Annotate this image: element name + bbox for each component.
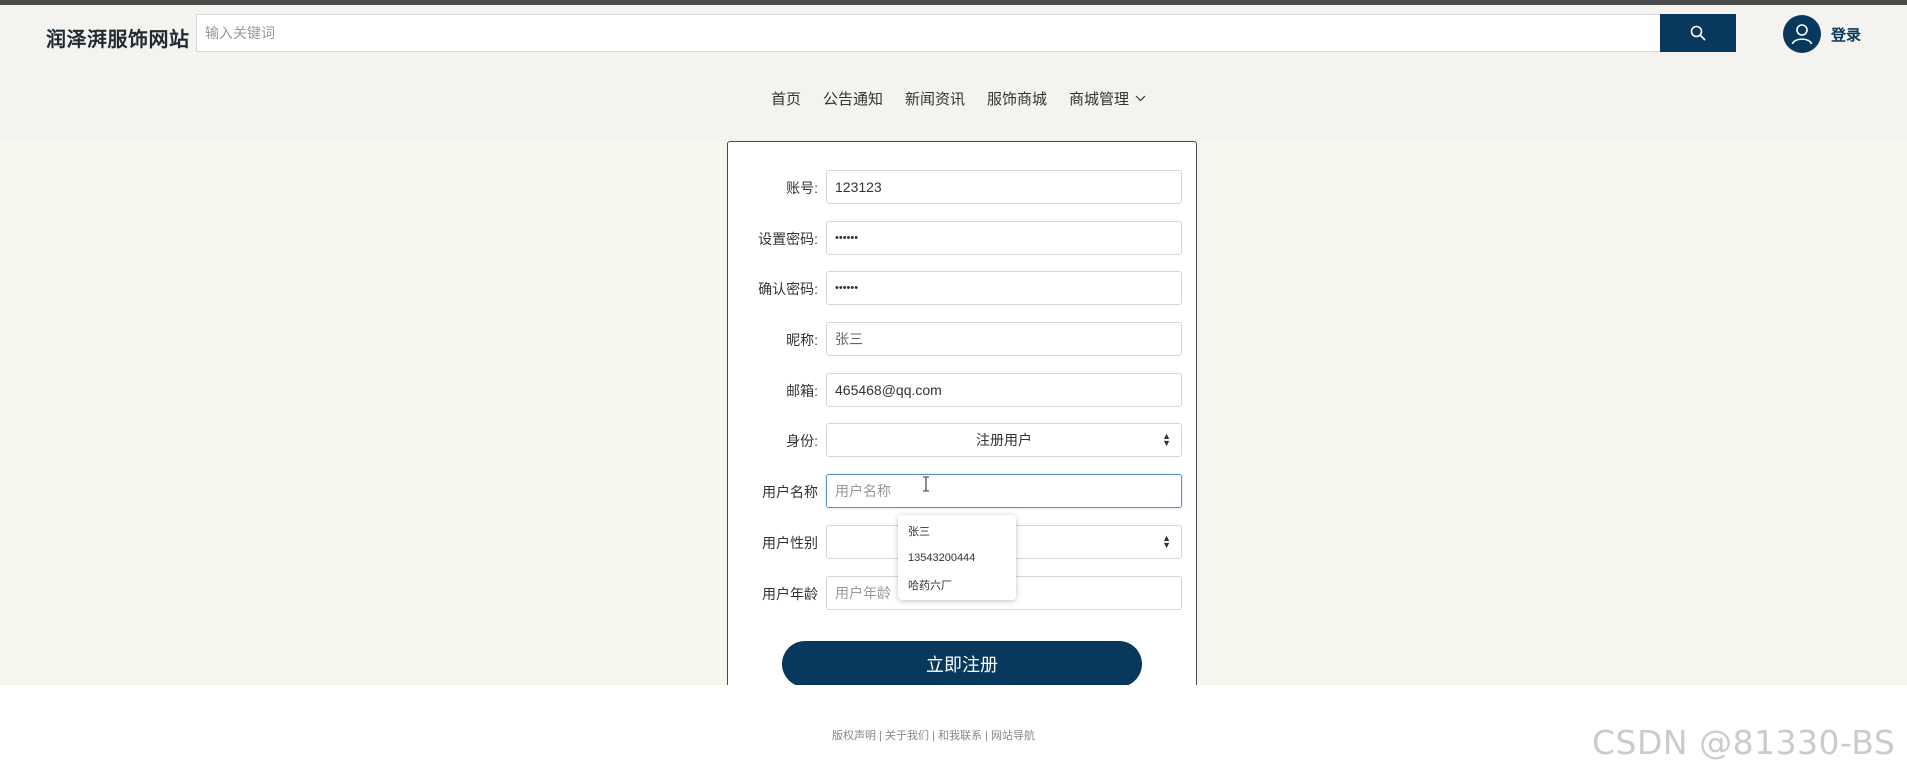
register-form: 账号: 123123 设置密码: •••••• 确认密码: •••••• 昵称:… [727, 141, 1197, 701]
autocomplete-item[interactable]: 13543200444 [898, 544, 1016, 571]
password-label: 设置密码: [758, 231, 818, 247]
main-content: 账号: 123123 设置密码: •••••• 确认密码: •••••• 昵称:… [0, 141, 1907, 701]
gender-label: 用户性别 [762, 535, 818, 551]
search-input[interactable] [197, 15, 1660, 51]
footer-separator: | [985, 730, 988, 742]
text-cursor-icon [923, 476, 929, 492]
main-nav: 首页 公告通知 新闻资讯 服饰商城 商城管理 [0, 88, 1907, 109]
password-row: 设置密码: •••••• [728, 221, 1198, 255]
footer-separator: | [932, 730, 935, 742]
chevron-down-icon [1135, 95, 1146, 102]
login-link[interactable]: 登录 [1831, 24, 1861, 45]
footer-link-about[interactable]: 关于我们 [885, 730, 929, 742]
avatar[interactable] [1783, 15, 1821, 53]
identity-selected-value: 注册用户 [976, 432, 1032, 448]
search-button[interactable] [1660, 14, 1736, 52]
nav-item-label: 服饰商城 [987, 91, 1048, 108]
username-input[interactable]: 用户名称 [826, 474, 1182, 508]
nickname-input[interactable]: 张三 [826, 322, 1182, 356]
autocomplete-item[interactable]: 哈药六厂 [898, 571, 1016, 598]
site-header: 润泽湃服饰网站 登录 首页 公告通知 新闻资讯 服饰商城 商城管理 [0, 5, 1907, 141]
nickname-row: 昵称: 张三 [728, 322, 1198, 356]
nav-item-shop[interactable]: 服饰商城 [987, 88, 1047, 109]
confirm-password-label: 确认密码: [758, 281, 818, 297]
footer-link-sitemap[interactable]: 网站导航 [991, 730, 1035, 742]
account-label: 账号: [786, 180, 818, 196]
search-bar [196, 14, 1736, 52]
select-arrows-icon: ▲ ▼ [1162, 431, 1171, 448]
search-icon [1690, 25, 1706, 41]
register-button[interactable]: 立即注册 [782, 641, 1142, 687]
nav-item-notices[interactable]: 公告通知 [823, 88, 883, 109]
password-input[interactable]: •••••• [826, 221, 1182, 255]
nav-item-shop-management[interactable]: 商城管理 [1069, 88, 1146, 109]
autocomplete-item[interactable]: 张三 [898, 517, 1016, 544]
email-label: 邮箱: [786, 383, 818, 399]
nickname-label: 昵称: [786, 332, 818, 348]
footer-link-copyright[interactable]: 版权声明 [832, 730, 876, 742]
footer-link-contact[interactable]: 和我联系 [938, 730, 982, 742]
identity-row: 身份: 注册用户 ▲ ▼ [728, 423, 1198, 457]
watermark: CSDN @81330-BS [1592, 723, 1896, 762]
account-input[interactable]: 123123 [826, 170, 1182, 204]
user-icon [1791, 24, 1813, 45]
nav-item-label: 新闻资讯 [904, 91, 965, 108]
age-label: 用户年龄 [762, 586, 818, 602]
username-row: 用户名称 用户名称 [728, 474, 1198, 508]
confirm-password-input[interactable]: •••••• [826, 271, 1182, 305]
identity-label: 身份: [786, 433, 818, 449]
nav-item-label: 商城管理 [1069, 91, 1130, 108]
email-input[interactable]: 465468@qq.com [826, 373, 1182, 407]
select-arrows-icon: ▲ ▼ [1162, 533, 1171, 550]
confirm-password-row: 确认密码: •••••• [728, 271, 1198, 305]
identity-select[interactable]: 注册用户 ▲ ▼ [826, 423, 1182, 457]
email-row: 邮箱: 465468@qq.com [728, 373, 1198, 407]
account-row: 账号: 123123 [728, 170, 1198, 204]
nav-item-home[interactable]: 首页 [771, 88, 801, 109]
autocomplete-dropdown: 张三 13543200444 哈药六厂 [898, 515, 1016, 600]
user-area: 登录 [1783, 15, 1861, 53]
site-title: 润泽湃服饰网站 [46, 29, 190, 51]
nav-item-label: 公告通知 [822, 91, 883, 108]
nav-item-label: 首页 [770, 91, 801, 108]
footer-separator: | [879, 730, 882, 742]
username-label: 用户名称 [762, 484, 818, 500]
nav-item-news[interactable]: 新闻资讯 [905, 88, 965, 109]
